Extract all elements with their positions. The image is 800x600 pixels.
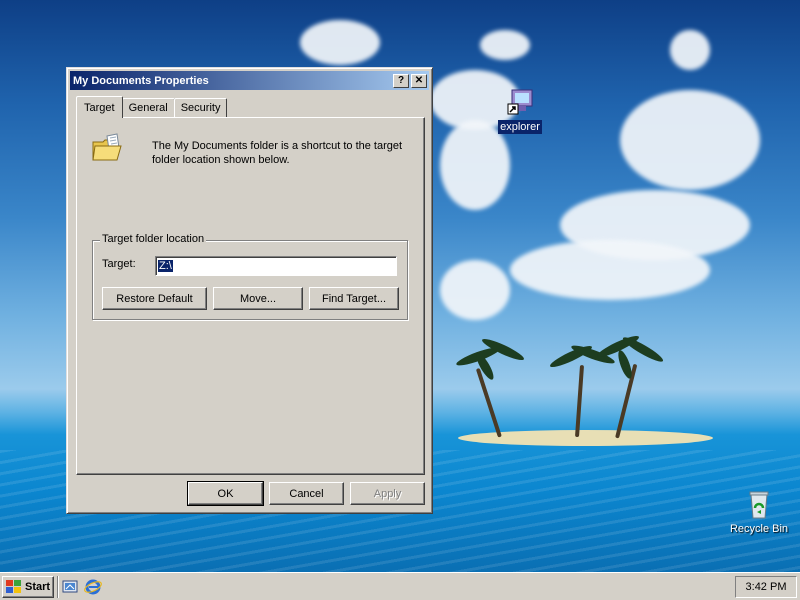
target-label: Target: [102,258,136,270]
restore-default-button[interactable]: Restore Default [102,287,207,310]
description-text: The My Documents folder is a shortcut to… [152,140,403,166]
wallpaper-cloud [510,240,710,300]
apply-button[interactable]: Apply [350,482,425,505]
find-target-button[interactable]: Find Target... [309,287,399,310]
wallpaper-cloud [300,20,380,65]
taskbar: Start 3:42 PM [0,572,800,600]
dialog-titlebar[interactable]: My Documents Properties ? ✕ [70,71,429,90]
wallpaper-cloud [670,30,710,70]
ok-button[interactable]: OK [187,481,264,506]
close-button[interactable]: ✕ [411,73,427,88]
move-button[interactable]: Move... [213,287,303,310]
show-desktop-icon[interactable] [61,578,79,596]
clock-text: 3:42 PM [745,581,787,593]
windows-flag-icon [6,580,22,594]
tab-panel-target: The My Documents folder is a shortcut to… [76,117,425,475]
recycle-bin-icon [743,488,775,520]
properties-dialog: My Documents Properties ? ✕ Target Gener… [66,67,433,514]
desktop-icon-recycle-bin[interactable]: Recycle Bin [719,488,799,536]
target-input-value: Z:\ [158,260,173,272]
desktop-icon-label: Recycle Bin [729,523,789,535]
groupbox-label: Target folder location [100,233,207,245]
target-folder-groupbox: Target folder location Target: Z:\ Resto… [92,233,408,320]
palm-frond [615,348,635,381]
wallpaper-cloud [480,30,530,60]
system-tray-clock[interactable]: 3:42 PM [735,576,797,598]
dialog-title: My Documents Properties [73,74,209,87]
tab-target[interactable]: Target [76,96,123,118]
wallpaper-cloud [440,260,510,320]
help-button[interactable]: ? [393,73,409,88]
palm-trunk [575,365,585,438]
wallpaper-cloud [620,90,760,190]
taskbar-separator [57,576,59,598]
desktop-icon-label: explorer [498,120,542,134]
tab-general[interactable]: General [121,98,175,117]
start-button[interactable]: Start [2,576,54,598]
target-input[interactable]: Z:\ [155,256,397,276]
desktop-icon-explorer[interactable]: explorer [480,86,560,134]
documents-folder-icon [91,132,123,164]
internet-explorer-icon[interactable] [84,578,102,596]
tab-security[interactable]: Security [173,98,228,117]
start-label: Start [25,581,51,593]
tab-strip: Target General Security [76,96,228,118]
explorer-shortcut-icon [504,86,536,118]
cancel-button[interactable]: Cancel [269,482,344,505]
